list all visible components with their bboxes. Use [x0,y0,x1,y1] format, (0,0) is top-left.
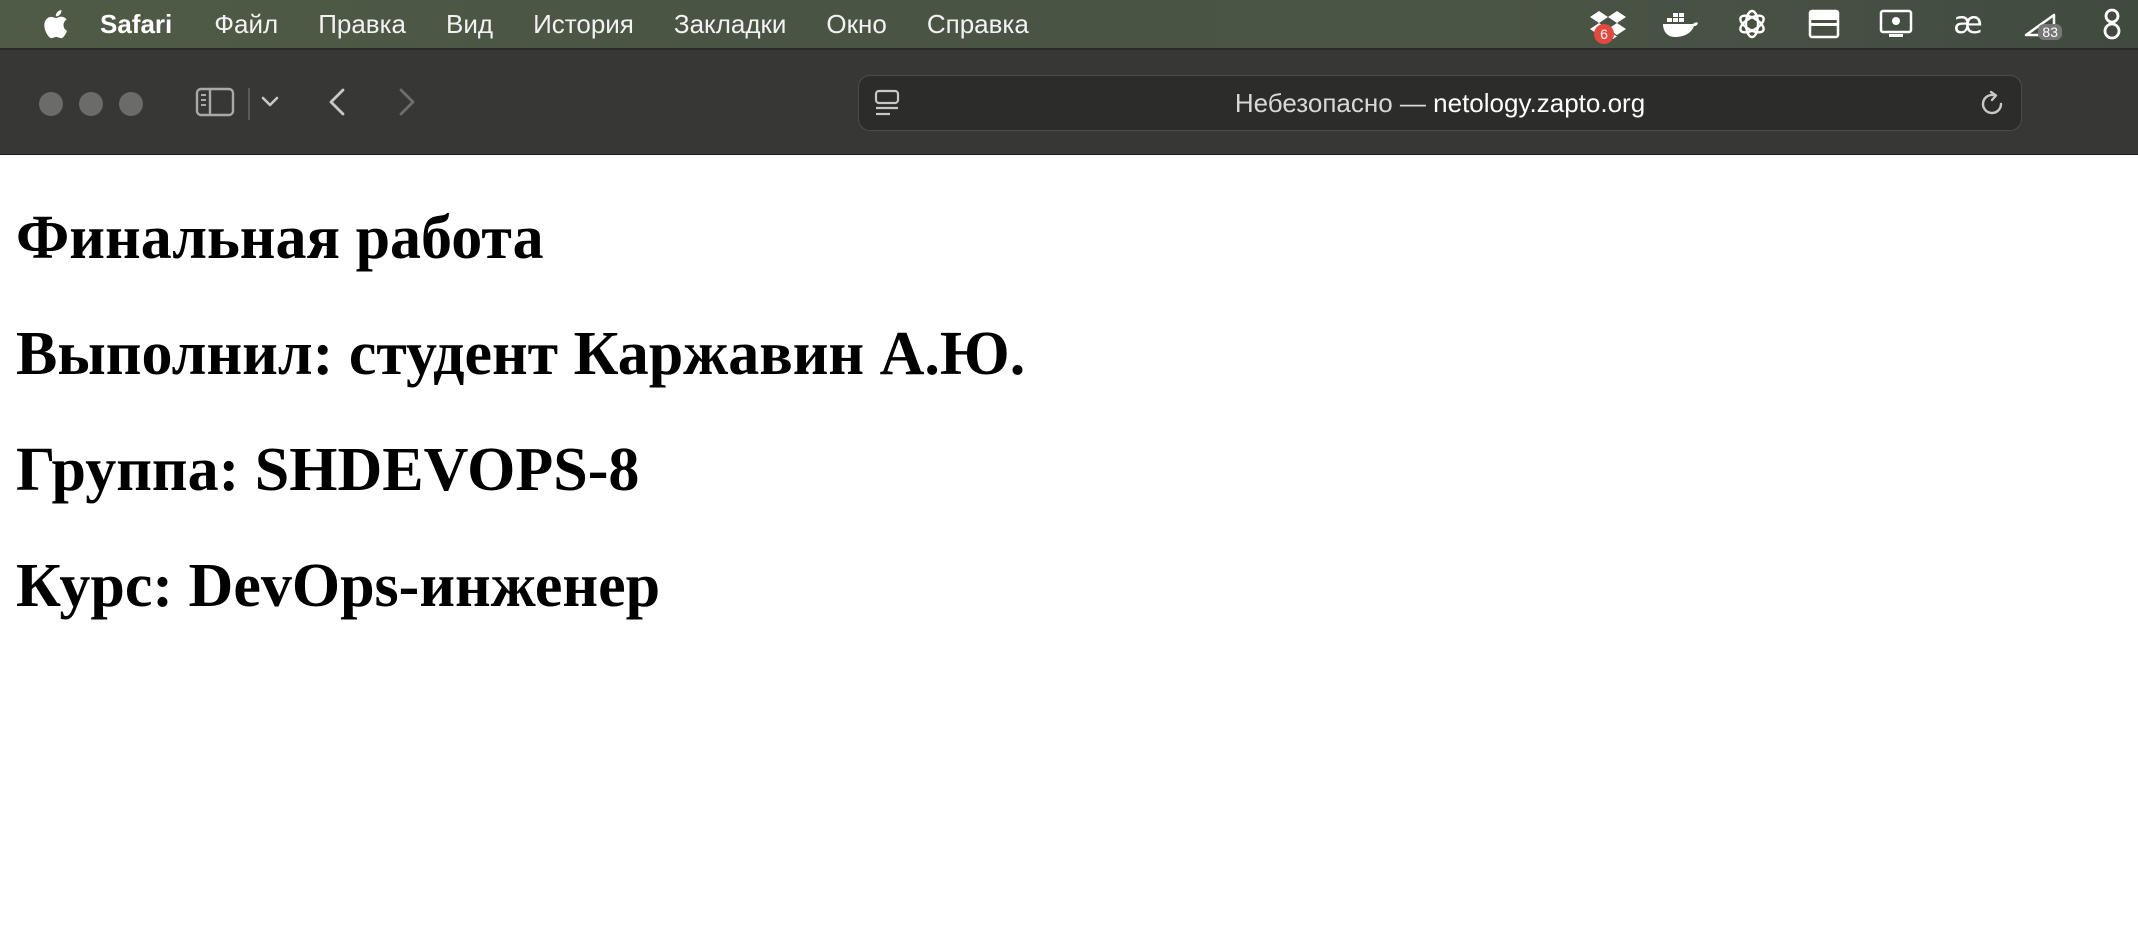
heading-author: Выполнил: студент Каржавин А.Ю. [16,320,1026,388]
zoom-window-button[interactable] [119,92,143,116]
docker-icon[interactable] [1660,4,1700,44]
back-button[interactable] [322,86,352,118]
browser-toolbar: Небезопасно — netology.zapto.org [0,48,2138,155]
menu-history[interactable]: История [533,9,634,40]
ae-ligature-icon[interactable]: æ [1948,4,1988,44]
apple-logo-icon[interactable] [40,9,70,39]
menu-bookmarks[interactable]: Закладки [674,9,787,40]
close-window-button[interactable] [39,92,63,116]
sidebar-toggle-icon[interactable] [194,86,236,118]
infinity-icon[interactable] [2092,4,2132,44]
meter-value: 83 [2038,24,2062,40]
dropbox-icon[interactable]: 6 [1588,4,1628,44]
menu-help[interactable]: Справка [927,9,1029,40]
meter-icon[interactable]: 83 [2020,4,2062,44]
toolbar-divider [248,88,250,120]
menu-file[interactable]: Файл [214,9,278,40]
heading-title: Финальная работа [16,204,544,272]
security-label: Небезопасно — [1234,87,1434,118]
menu-bar: Safari Файл Правка Вид История Закладки … [0,0,2138,48]
status-icons: 6 æ 83 [1588,0,2138,48]
chatgpt-icon[interactable] [1732,4,1772,44]
reload-icon[interactable] [1977,89,2007,119]
address-host: netology.zapto.org [1433,87,1646,118]
chevron-down-icon[interactable] [258,90,282,114]
dropbox-badge: 6 [1594,24,1614,44]
menu-view[interactable]: Вид [446,9,493,40]
address-bar[interactable]: Небезопасно — netology.zapto.org [858,75,2022,131]
menu-app-name[interactable]: Safari [100,9,172,40]
heading-course: Курс: DevOps-инженер [16,552,661,620]
menu-edit[interactable]: Правка [318,9,406,40]
forward-button[interactable] [392,86,422,118]
screen-share-icon[interactable] [1876,4,1916,44]
heading-group: Группа: SHDEVOPS-8 [16,436,640,504]
minimize-window-button[interactable] [79,92,103,116]
menu-window[interactable]: Окно [826,9,886,40]
window-manager-icon[interactable] [1804,4,1844,44]
address-text[interactable]: Небезопасно — netology.zapto.org [859,76,2021,130]
